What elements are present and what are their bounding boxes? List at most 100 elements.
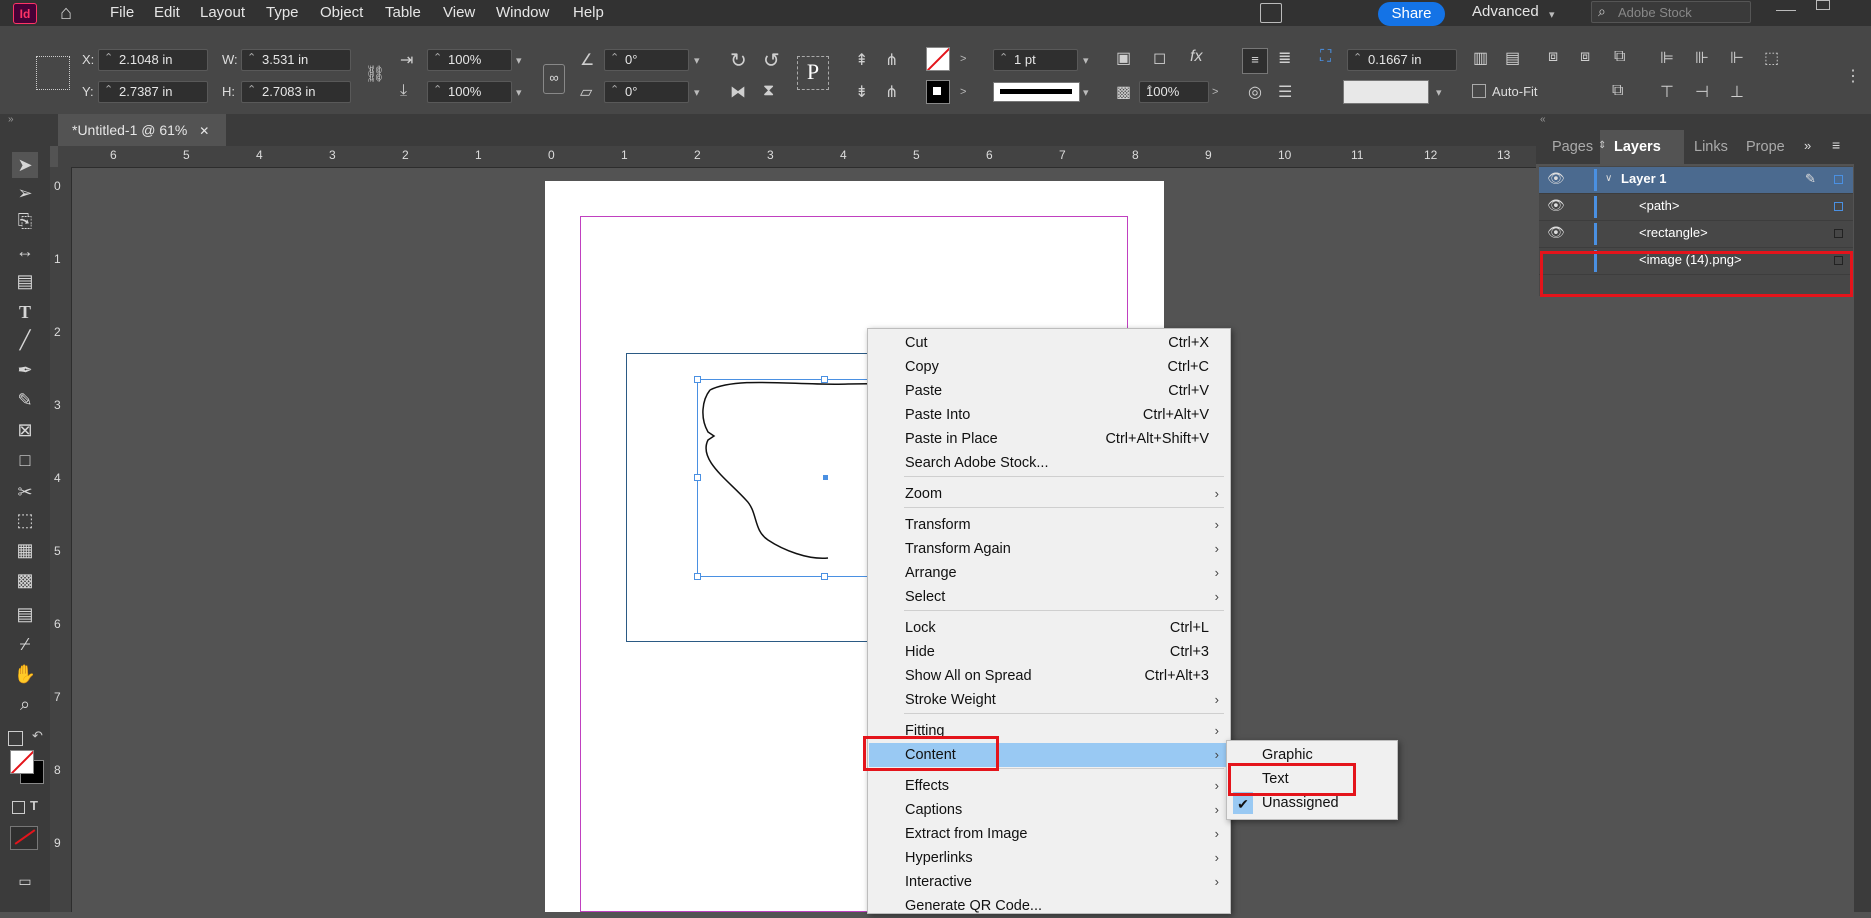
- default-colors-icon[interactable]: [8, 731, 23, 746]
- align-right-icon[interactable]: ⊩: [1730, 48, 1744, 68]
- chevron-down-icon[interactable]: ▾: [516, 86, 522, 99]
- gradient-swatch-tool-icon[interactable]: ▦: [12, 537, 38, 563]
- scale-x-field[interactable]: 100%: [427, 48, 512, 71]
- menu-item-zoom[interactable]: Zoom ›: [869, 482, 1229, 506]
- menu-item-transform-again[interactable]: Transform Again ›: [869, 537, 1229, 561]
- note-tool-icon[interactable]: ▤: [12, 601, 38, 627]
- menu-item-interactive[interactable]: Interactive ›: [869, 870, 1229, 894]
- flip-horizontal-icon[interactable]: ⧓: [730, 82, 746, 102]
- drop-shadow-icon[interactable]: ◻: [1153, 48, 1166, 68]
- resize-handle[interactable]: [821, 573, 828, 580]
- link-icon[interactable]: ∞: [543, 64, 565, 94]
- stroke-swatch[interactable]: [926, 80, 950, 104]
- text-wrap-none-icon[interactable]: ≡: [1242, 48, 1268, 74]
- more-tabs-icon[interactable]: »: [1804, 138, 1811, 153]
- rotate-counterclockwise-icon[interactable]: ↺: [763, 48, 780, 73]
- panel-menu-icon[interactable]: ⋮: [1845, 66, 1861, 86]
- menu-item-show-all-on-spread[interactable]: Show All on Spread Ctrl+Alt+3: [869, 664, 1229, 688]
- frame-fitting-icon[interactable]: ▣: [1116, 48, 1131, 68]
- home-icon[interactable]: ⌂: [60, 2, 72, 25]
- reference-point-icon[interactable]: [36, 56, 70, 90]
- menu-item-search-adobe-stock[interactable]: Search Adobe Stock...: [869, 451, 1229, 475]
- menu-item-copy[interactable]: Copy Ctrl+C: [869, 355, 1229, 379]
- fill-menu-arrow-icon[interactable]: >: [960, 53, 966, 65]
- menu-file[interactable]: File: [110, 4, 134, 21]
- menu-table[interactable]: Table: [385, 4, 421, 21]
- layer-row[interactable]: 👁 <rectangle>: [1539, 221, 1853, 248]
- menu-item-transform[interactable]: Transform ›: [869, 513, 1229, 537]
- autofit-checkbox[interactable]: [1472, 84, 1486, 98]
- menu-item-paste-in-place[interactable]: Paste in Place Ctrl+Alt+Shift+V: [869, 427, 1229, 451]
- resize-handle[interactable]: [821, 376, 828, 383]
- fitting-content-icon[interactable]: ▤: [1505, 48, 1520, 68]
- vertical-ruler[interactable]: 0 1 2 3 4 5 6 7 8 9: [50, 167, 72, 912]
- fit-proportional-icon[interactable]: ⧈: [1580, 48, 1590, 66]
- panel-menu-icon[interactable]: ≡: [1832, 137, 1840, 153]
- menu-item-select[interactable]: Select ›: [869, 585, 1229, 609]
- align-to-selection-icon[interactable]: ⬚: [1764, 48, 1779, 68]
- menu-help[interactable]: Help: [573, 4, 604, 21]
- swap-colors-icon[interactable]: ↶: [32, 728, 43, 744]
- menu-item-hyperlinks[interactable]: Hyperlinks ›: [869, 846, 1229, 870]
- collapse-toolbox-icon[interactable]: »: [8, 114, 14, 125]
- collapse-panel-icon[interactable]: «: [1540, 114, 1546, 125]
- select-container-icon[interactable]: ⇞: [855, 50, 868, 70]
- selection-square[interactable]: [1834, 229, 1843, 238]
- page-tool-icon[interactable]: ⎘: [12, 208, 38, 234]
- gradient-feather-tool-icon[interactable]: ▩: [12, 567, 38, 593]
- text-wrap-shape-icon[interactable]: ◎: [1248, 82, 1262, 102]
- type-tool-icon[interactable]: T: [12, 299, 38, 325]
- menu-item-arrange[interactable]: Arrange ›: [869, 561, 1229, 585]
- menu-object[interactable]: Object: [320, 4, 363, 21]
- chevron-down-icon[interactable]: ▾: [516, 54, 522, 67]
- pencil-tool-icon[interactable]: ✎: [12, 387, 38, 413]
- close-icon[interactable]: ✕: [199, 124, 209, 138]
- formatting-text-icon[interactable]: T: [30, 798, 38, 813]
- text-wrap-bounding-icon[interactable]: ≣: [1278, 48, 1291, 68]
- content-collector-icon[interactable]: ▤: [12, 268, 38, 294]
- formatting-container-icon[interactable]: [12, 801, 25, 814]
- chevron-down-icon[interactable]: ▾: [1083, 86, 1089, 99]
- width-field[interactable]: 3.531 in: [241, 48, 351, 71]
- horizontal-ruler[interactable]: 6 5 4 3 2 1 0 1 2 3 4 5 6 7 8 9 10 11 12 13: [58, 146, 1536, 168]
- selection-square[interactable]: [1834, 202, 1843, 211]
- frame-stroke-preview[interactable]: [1343, 80, 1429, 104]
- resize-handle[interactable]: [694, 474, 701, 481]
- stroke-type-select[interactable]: [993, 82, 1080, 102]
- menu-item-extract-from-image[interactable]: Extract from Image ›: [869, 822, 1229, 846]
- effects-icon[interactable]: fx: [1190, 48, 1202, 66]
- rotation-field[interactable]: 0°: [604, 48, 689, 71]
- align-left-icon[interactable]: ⊫: [1660, 48, 1674, 68]
- adobe-stock-search[interactable]: Adobe Stock: [1591, 1, 1751, 23]
- menu-item-cut[interactable]: Cut Ctrl+X: [869, 331, 1229, 355]
- expand-chevron-icon[interactable]: ∨: [1605, 173, 1612, 184]
- menu-item-lock[interactable]: Lock Ctrl+L: [869, 616, 1229, 640]
- workspace-switcher[interactable]: Advanced: [1472, 3, 1539, 20]
- height-field[interactable]: 2.7083 in: [241, 80, 351, 103]
- tab-untitled-1[interactable]: *Untitled-1 @ 61% ✕: [58, 114, 226, 146]
- chevron-down-icon[interactable]: ▾: [694, 54, 700, 67]
- stroke-weight-field[interactable]: 1 pt: [993, 48, 1078, 71]
- pen-tool-icon[interactable]: ✒: [12, 357, 38, 383]
- screen-mode-icon[interactable]: ▭: [12, 868, 38, 894]
- share-button[interactable]: Share: [1378, 2, 1445, 26]
- menu-window[interactable]: Window: [496, 4, 549, 21]
- tab-layers[interactable]: Layers: [1600, 130, 1684, 164]
- menu-item-paste[interactable]: Paste Ctrl+V: [869, 379, 1229, 403]
- hand-tool-icon[interactable]: ✋: [12, 661, 38, 687]
- rotate-clockwise-icon[interactable]: ↻: [730, 48, 747, 73]
- eye-icon[interactable]: 👁: [1547, 170, 1565, 187]
- eye-icon[interactable]: 👁: [1547, 197, 1565, 214]
- align-center-icon[interactable]: ⊪: [1695, 48, 1709, 68]
- apply-none-icon[interactable]: [10, 826, 38, 850]
- chevron-down-icon[interactable]: ▾: [694, 86, 700, 99]
- resize-handle[interactable]: [694, 376, 701, 383]
- maximize-button[interactable]: [1816, 0, 1830, 10]
- fill-color-swatch[interactable]: [10, 750, 34, 774]
- text-wrap-jump-icon[interactable]: ☰: [1278, 82, 1292, 102]
- layer-color-square[interactable]: [1834, 175, 1843, 184]
- opacity-field[interactable]: 100%: [1139, 80, 1209, 103]
- inset-field[interactable]: 0.1667 in: [1347, 48, 1457, 71]
- direct-selection-tool-icon[interactable]: ➢: [12, 180, 38, 206]
- cursor-feedback-icon[interactable]: [1260, 3, 1282, 23]
